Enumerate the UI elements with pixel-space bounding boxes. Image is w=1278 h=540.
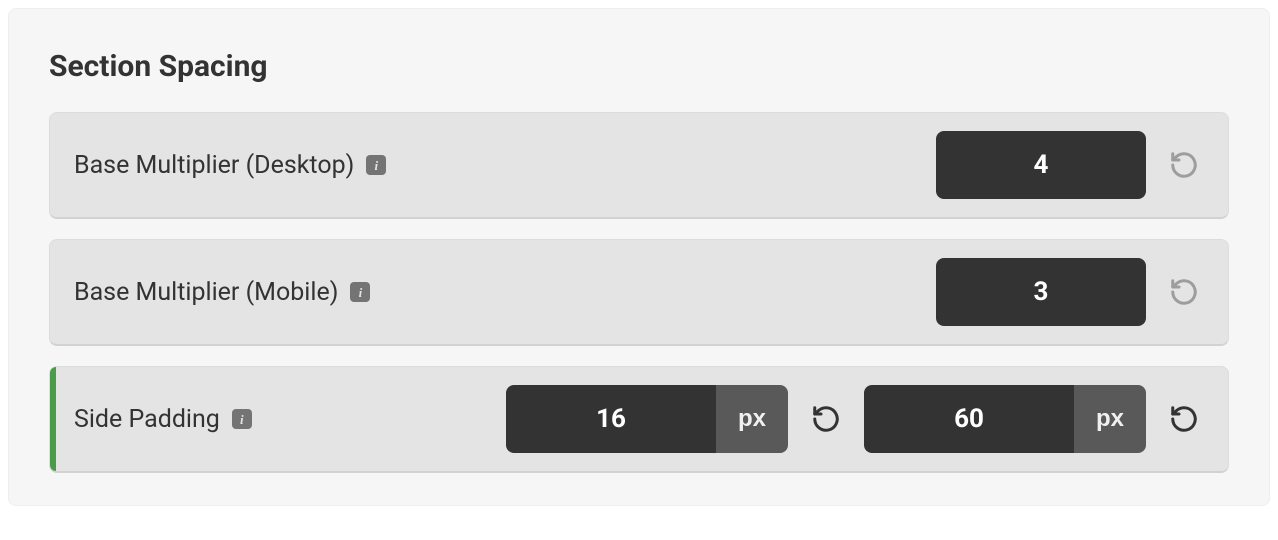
- reset-button[interactable]: [1164, 145, 1204, 185]
- row-base-multiplier-mobile: Base Multiplier (Mobile) i: [49, 239, 1229, 346]
- desktop-multiplier-input[interactable]: [936, 131, 1146, 199]
- mobile-multiplier-input[interactable]: [936, 258, 1146, 326]
- row-label: Side Padding: [74, 405, 220, 434]
- info-icon[interactable]: i: [350, 282, 370, 302]
- side-padding-b-input[interactable]: [864, 385, 1074, 453]
- side-padding-b: px: [864, 385, 1146, 453]
- unit-selector-b[interactable]: px: [1074, 385, 1146, 453]
- undo-icon: [1169, 404, 1199, 434]
- reset-button-a[interactable]: [806, 399, 846, 439]
- row-label: Base Multiplier (Mobile): [74, 278, 338, 307]
- row-side-padding: Side Padding i px px: [49, 366, 1229, 473]
- label-wrap: Base Multiplier (Desktop) i: [74, 151, 936, 180]
- controls: [936, 131, 1204, 199]
- unit-selector-a[interactable]: px: [716, 385, 788, 453]
- section-spacing-panel: Section Spacing Base Multiplier (Desktop…: [8, 8, 1270, 506]
- side-padding-a: px: [506, 385, 788, 453]
- section-title: Section Spacing: [49, 49, 1229, 84]
- row-base-multiplier-desktop: Base Multiplier (Desktop) i: [49, 112, 1229, 219]
- row-label: Base Multiplier (Desktop): [74, 151, 354, 180]
- undo-icon: [811, 404, 841, 434]
- controls: [936, 258, 1204, 326]
- reset-button-b[interactable]: [1164, 399, 1204, 439]
- label-wrap: Side Padding i: [74, 405, 506, 434]
- reset-button[interactable]: [1164, 272, 1204, 312]
- label-wrap: Base Multiplier (Mobile) i: [74, 278, 936, 307]
- side-padding-a-input[interactable]: [506, 385, 716, 453]
- info-icon[interactable]: i: [366, 155, 386, 175]
- undo-icon: [1169, 150, 1199, 180]
- controls: px px: [506, 385, 1204, 453]
- info-icon[interactable]: i: [232, 409, 252, 429]
- undo-icon: [1169, 277, 1199, 307]
